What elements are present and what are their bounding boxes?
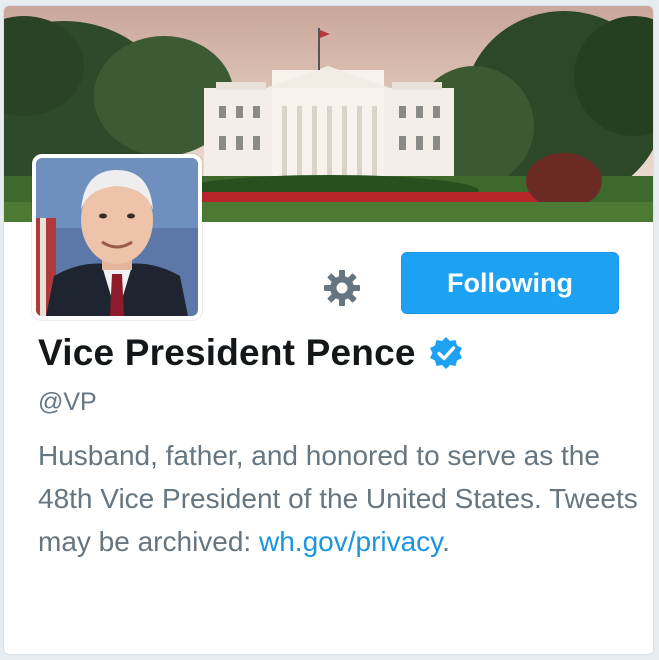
gear-icon	[324, 270, 360, 306]
verified-badge-icon	[429, 337, 462, 369]
following-button-label: Following	[447, 267, 573, 298]
profile-avatar[interactable]	[32, 154, 202, 320]
profile-name[interactable]: Vice President Pence	[38, 332, 416, 374]
following-button[interactable]: Following	[401, 252, 619, 314]
settings-gear-button[interactable]	[322, 268, 362, 308]
profile-card: Following Vice President Pence @VP Husba…	[3, 5, 654, 655]
bio-end: .	[442, 526, 450, 557]
bio-link[interactable]: wh.gov/privacy	[259, 526, 442, 557]
avatar-image	[36, 158, 198, 316]
profile-name-row: Vice President Pence	[38, 332, 464, 374]
profile-handle[interactable]: @VP	[38, 388, 97, 417]
profile-bio: Husband, father, and honored to serve as…	[38, 434, 638, 563]
